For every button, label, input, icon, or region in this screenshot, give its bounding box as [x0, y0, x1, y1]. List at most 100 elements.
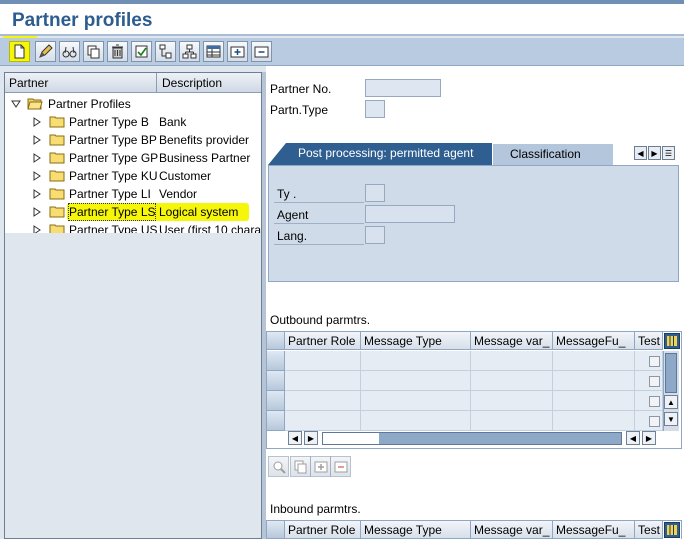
- grid-cell[interactable]: [285, 391, 361, 411]
- ty-field[interactable]: [365, 184, 385, 202]
- select-all-button[interactable]: [267, 332, 285, 350]
- grid-cell[interactable]: [471, 371, 553, 391]
- change-button[interactable]: [35, 41, 56, 62]
- column-header[interactable]: Message Type: [361, 332, 471, 350]
- column-header[interactable]: Partner Role: [285, 521, 361, 539]
- copy-button[interactable]: [83, 41, 104, 62]
- partn-type-field[interactable]: [365, 100, 385, 118]
- scroll-down-button[interactable]: ▼: [664, 412, 678, 426]
- collapsed-arrow-icon[interactable]: [31, 206, 43, 218]
- partner-no-label: Partner No.: [270, 82, 332, 96]
- insert-row-button[interactable]: [310, 456, 331, 477]
- collapsed-arrow-icon[interactable]: [31, 152, 43, 164]
- tree-root-row[interactable]: Partner Profiles: [5, 95, 261, 113]
- test-checkbox[interactable]: [649, 356, 660, 367]
- test-checkbox[interactable]: [649, 416, 660, 427]
- column-header[interactable]: Test: [635, 332, 663, 350]
- column-header[interactable]: Message var_: [471, 332, 553, 350]
- scroll-end-right-button[interactable]: ▶: [642, 431, 656, 445]
- column-header-description[interactable]: Description: [158, 73, 261, 92]
- scroll-left-button[interactable]: ◀: [288, 431, 302, 445]
- grid-cell[interactable]: [553, 371, 635, 391]
- scroll-up-button[interactable]: ▲: [664, 395, 678, 409]
- partner-no-field[interactable]: [365, 79, 441, 97]
- tree-item-bank[interactable]: Partner Type B Bank: [5, 113, 261, 131]
- grid-cell[interactable]: [285, 371, 361, 391]
- agent-field[interactable]: [365, 205, 455, 223]
- other-button[interactable]: [155, 41, 176, 62]
- column-header[interactable]: Message var_: [471, 521, 553, 539]
- copy-row-button[interactable]: [290, 456, 311, 477]
- tab-post-processing[interactable]: Post processing: permitted agent: [268, 143, 492, 165]
- lang-field[interactable]: [365, 226, 385, 244]
- tree-root-label: Partner Profiles: [48, 97, 131, 111]
- row-selector[interactable]: [267, 351, 285, 371]
- row-selector[interactable]: [267, 371, 285, 391]
- scroll-right-small-button[interactable]: ▶: [304, 431, 318, 445]
- column-header[interactable]: Partner Role: [285, 332, 361, 350]
- select-all-button[interactable]: [267, 521, 285, 539]
- grid-cell[interactable]: [471, 391, 553, 411]
- details-button[interactable]: [268, 456, 289, 477]
- delete-row-button[interactable]: [330, 456, 351, 477]
- arrow-down-icon: ▼: [667, 414, 675, 424]
- display-button[interactable]: [59, 41, 80, 62]
- column-settings-button[interactable]: [664, 333, 680, 349]
- collapsed-arrow-icon[interactable]: [31, 188, 43, 200]
- tree-item-business-partner[interactable]: Partner Type GP Business Partner: [5, 149, 261, 167]
- grid-cell[interactable]: [361, 351, 471, 371]
- remove-button[interactable]: [251, 41, 272, 62]
- grid-cell[interactable]: [285, 411, 361, 431]
- tab-classification[interactable]: Classification: [493, 144, 613, 165]
- tab-list-button[interactable]: ☰: [662, 146, 675, 160]
- tab-scroll-right-button[interactable]: ▶: [648, 146, 661, 160]
- column-settings-button[interactable]: [664, 522, 680, 538]
- grid-cell[interactable]: [285, 351, 361, 371]
- check-button[interactable]: [131, 41, 152, 62]
- scroll-thumb[interactable]: [665, 353, 677, 393]
- tree-item-partner: Partner Type GP: [69, 151, 159, 165]
- collapsed-arrow-icon[interactable]: [31, 134, 43, 146]
- column-header[interactable]: Message Type: [361, 521, 471, 539]
- tree-item-partner: Partner Type BP: [69, 133, 157, 147]
- grid-cell[interactable]: [361, 391, 471, 411]
- add-button[interactable]: [227, 41, 248, 62]
- grid-cell[interactable]: [471, 411, 553, 431]
- column-header[interactable]: Test: [635, 521, 663, 539]
- column-header[interactable]: MessageFu_: [553, 332, 635, 350]
- grid-cell[interactable]: [553, 351, 635, 371]
- test-checkbox[interactable]: [649, 396, 660, 407]
- expanded-arrow-icon[interactable]: [10, 98, 22, 110]
- collapsed-arrow-icon[interactable]: [31, 116, 43, 128]
- collapsed-arrow-icon[interactable]: [31, 170, 43, 182]
- test-checkbox[interactable]: [649, 376, 660, 387]
- scroll-track[interactable]: [322, 432, 622, 445]
- grid-cell[interactable]: [361, 411, 471, 431]
- horizontal-scrollbar[interactable]: ◀ ▶ ◀ ▶: [286, 431, 660, 446]
- grid-cell[interactable]: [553, 411, 635, 431]
- tree-item-logical-system[interactable]: Partner Type LS Logical system: [5, 203, 261, 221]
- grid-cell[interactable]: [553, 391, 635, 411]
- folder-icon: [49, 134, 65, 146]
- grid-cell[interactable]: [361, 371, 471, 391]
- delete-button[interactable]: [107, 41, 128, 62]
- outbound-title: Outbound parmtrs.: [270, 313, 371, 327]
- arrow-right-icon: ▶: [307, 433, 315, 443]
- column-header[interactable]: MessageFu_: [553, 521, 635, 539]
- tree-item-partner: Partner Type LS: [69, 205, 156, 219]
- tab-scroll-left-button[interactable]: ◀: [634, 146, 647, 160]
- hierarchy-button[interactable]: [179, 41, 200, 62]
- vertical-scrollbar[interactable]: ▲ ▼: [663, 351, 679, 431]
- row-selector[interactable]: [267, 411, 285, 431]
- row-selector[interactable]: [267, 391, 285, 411]
- column-header-partner[interactable]: Partner: [5, 73, 157, 92]
- grid-cell[interactable]: [471, 351, 553, 371]
- tree-item-vendor[interactable]: Partner Type LI Vendor: [5, 185, 261, 203]
- table-button[interactable]: [203, 41, 224, 62]
- scroll-end-left-button[interactable]: ◀: [626, 431, 640, 445]
- tree-item-partner: Partner Type LI: [69, 187, 151, 201]
- tree-item-customer[interactable]: Partner Type KU Customer: [5, 167, 261, 185]
- scroll-thumb[interactable]: [323, 433, 379, 444]
- create-button[interactable]: [9, 41, 30, 62]
- tree-item-benefits-provider[interactable]: Partner Type BP Benefits provider: [5, 131, 261, 149]
